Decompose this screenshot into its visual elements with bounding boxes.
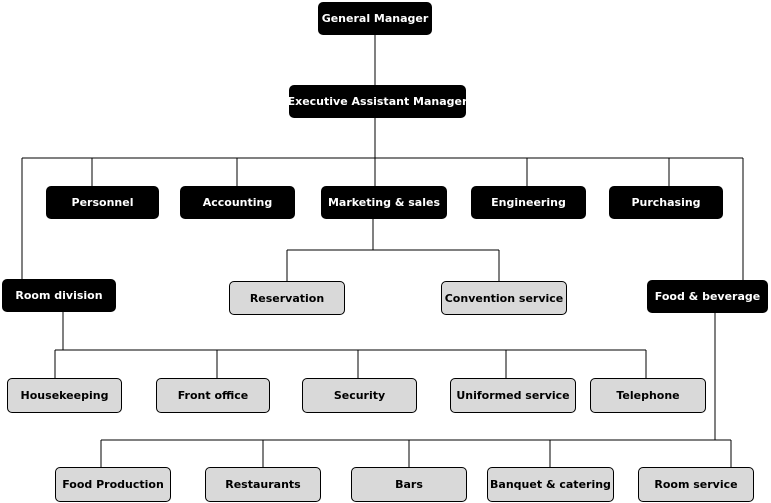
org-chart: General Manager Executive Assistant Mana… (0, 0, 771, 503)
box-room-division: Room division (2, 279, 116, 312)
box-housekeeping: Housekeeping (7, 378, 122, 413)
box-convention-service: Convention service (441, 281, 567, 315)
box-reservation: Reservation (229, 281, 345, 315)
box-food-production: Food Production (55, 467, 171, 502)
box-telephone: Telephone (590, 378, 706, 413)
box-restaurants: Restaurants (205, 467, 321, 502)
box-executive-assistant-manager: Executive Assistant Manager (288, 85, 467, 118)
box-food-beverage: Food & beverage (647, 280, 768, 313)
box-room-service: Room service (638, 467, 754, 502)
connector-lines (21, 35, 744, 467)
box-marketing-sales: Marketing & sales (321, 186, 447, 219)
box-purchasing: Purchasing (609, 186, 723, 219)
box-uniformed-service: Uniformed service (450, 378, 576, 413)
box-front-office: Front office (156, 378, 270, 413)
box-personnel: Personnel (46, 186, 159, 219)
box-engineering: Engineering (471, 186, 586, 219)
box-bars: Bars (351, 467, 467, 502)
box-accounting: Accounting (180, 186, 295, 219)
box-banquet-catering: Banquet & catering (487, 467, 614, 502)
box-security: Security (302, 378, 417, 413)
box-general-manager: General Manager (318, 2, 432, 35)
